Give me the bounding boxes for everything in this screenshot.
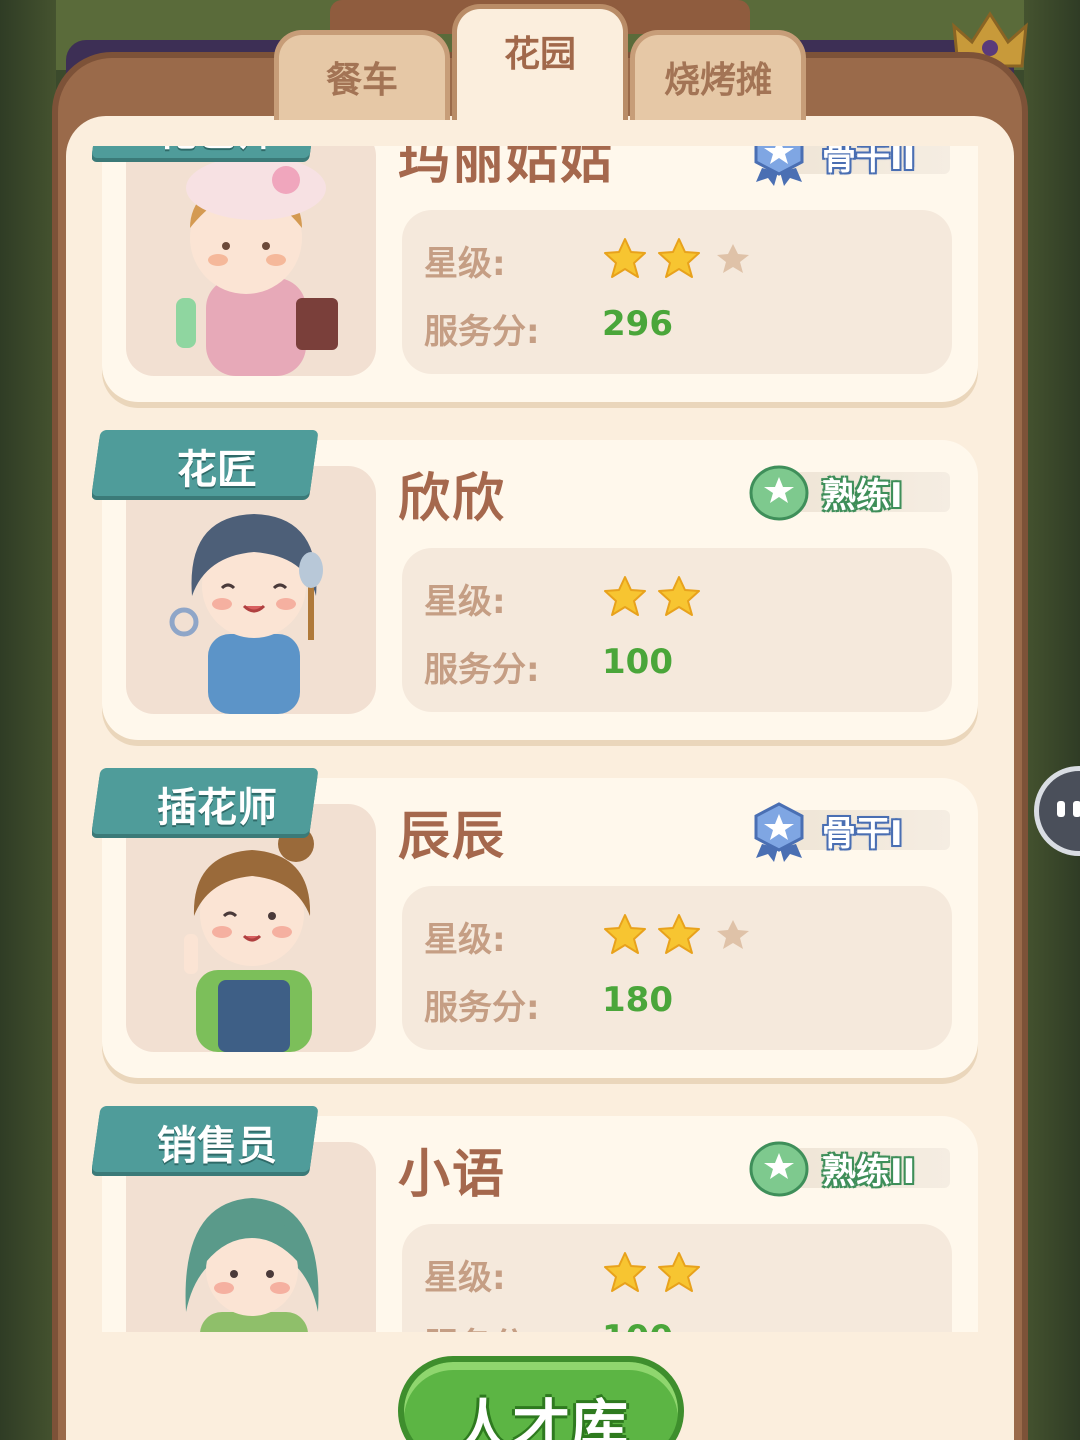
staff-card[interactable]: 花艺师 玛丽姑姑 骨干II 星级: 服务分: 296 (92, 146, 978, 402)
green-shield-icon (749, 465, 809, 521)
staff-list[interactable]: 花艺师 玛丽姑姑 骨干II 星级: 服务分: 296 (92, 146, 988, 1332)
star-filled-icon (604, 238, 646, 278)
tab-bbq-stall[interactable]: 烧烤摊 (630, 30, 806, 120)
star-rating (602, 1250, 702, 1296)
tab-label: 烧烤摊 (663, 60, 772, 101)
rank-badge: 熟练I (748, 462, 952, 521)
assistant-eye-icon (1073, 801, 1080, 817)
score-label: 服务分: (424, 650, 540, 690)
stats-box: 星级: 服务分: 100 (402, 1224, 952, 1332)
staff-name: 辰辰 (398, 807, 507, 867)
star-filled-icon (604, 914, 646, 954)
role-label: 插花师 (157, 785, 277, 831)
green-shield-icon (749, 1141, 809, 1197)
role-label: 花艺师 (112, 146, 322, 158)
staff-card[interactable]: 销售员 小语 熟练II 星级: 服务分: 100 (92, 1106, 978, 1332)
score-value: 296 (602, 304, 673, 344)
star-label: 星级: (424, 1258, 506, 1298)
star-filled-icon (658, 238, 700, 278)
assistant-eye-icon (1057, 801, 1065, 817)
staff-card[interactable]: 花匠 欣欣 熟练I 星级: 服务分: 100 (92, 430, 978, 740)
star-filled-icon (658, 576, 700, 616)
score-label: 服务分: (424, 1318, 540, 1332)
score-value: 100 (602, 642, 673, 682)
blue-medal-icon (754, 802, 804, 862)
rank-badge: 骨干I (748, 800, 952, 862)
background-left (0, 0, 56, 1440)
role-label: 花匠 (177, 447, 257, 493)
staff-name: 小语 (398, 1145, 507, 1205)
blue-medal-icon (754, 146, 804, 186)
flower-arranger-avatar-icon (184, 826, 314, 1052)
star-rating (602, 574, 702, 620)
staff-portrait (126, 466, 376, 714)
staff-portrait (126, 146, 376, 376)
star-filled-icon (658, 914, 700, 954)
tab-label: 花园 (503, 34, 576, 75)
stats-box: 星级: 服务分: 100 (402, 548, 952, 712)
talent-pool-label: 人才库 (453, 1393, 628, 1440)
role-label: 销售员 (157, 1123, 277, 1169)
stats-box: 星级: 服务分: 296 (402, 210, 952, 374)
tab-food-truck[interactable]: 餐车 (274, 30, 450, 120)
score-label: 服务分: (424, 988, 540, 1028)
stats-box: 星级: 服务分: 180 (402, 886, 952, 1050)
rank-label: 熟练I (822, 476, 903, 516)
staff-name: 玛丽姑姑 (398, 146, 615, 191)
star-label: 星级: (424, 582, 506, 622)
star-label: 星级: (424, 920, 506, 960)
star-filled-icon (658, 1252, 700, 1292)
score-value: 100 (602, 1318, 673, 1332)
rank-badge: 骨干II (748, 146, 952, 186)
background-right (1024, 0, 1080, 1440)
florist-avatar-icon (176, 156, 338, 376)
star-empty-icon (717, 244, 749, 273)
staff-portrait (126, 804, 376, 1052)
star-rating (602, 236, 756, 282)
star-label: 星级: (424, 244, 506, 284)
star-filled-icon (604, 1252, 646, 1292)
rank-badge: 熟练II (748, 1138, 952, 1197)
rank-label: 骨干I (822, 814, 903, 854)
rank-label: 骨干II (822, 146, 916, 178)
score-value: 180 (602, 980, 673, 1020)
rank-label: 熟练II (822, 1152, 916, 1192)
tab-garden[interactable]: 花园 (452, 4, 628, 120)
talent-pool-button[interactable]: 人才库 (398, 1356, 684, 1440)
staff-card[interactable]: 插花师 辰辰 骨干I 星级: 服务分: 180 (92, 768, 978, 1078)
tab-label: 餐车 (325, 60, 398, 101)
staff-name: 欣欣 (398, 469, 507, 529)
star-filled-icon (604, 576, 646, 616)
score-label: 服务分: (424, 312, 540, 352)
star-rating (602, 912, 756, 958)
gardener-avatar-icon (169, 514, 323, 714)
star-empty-icon (717, 920, 749, 949)
